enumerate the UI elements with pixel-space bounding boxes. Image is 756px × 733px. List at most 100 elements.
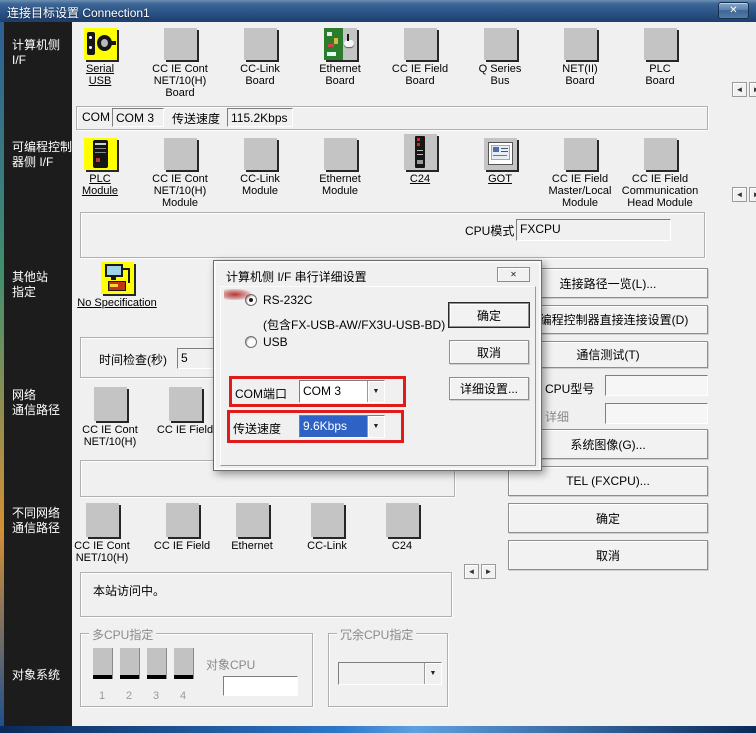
device-serial-usb[interactable]: Serial USB [60, 28, 140, 87]
detail-field [605, 403, 708, 424]
no-specification-icon [101, 262, 134, 294]
device-label: Ethernet [212, 540, 292, 552]
diff-route-c24[interactable]: C24 [362, 503, 442, 552]
ccie-cont-module-icon [164, 138, 197, 170]
dialog-cancel-button[interactable]: 取消 [449, 340, 529, 364]
ethernet-module-icon [324, 138, 357, 170]
pager-right-icon[interactable]: ► [749, 187, 756, 202]
redundant-cpu-title: 冗余CPU指定 [337, 626, 416, 643]
device-label: C24 [380, 173, 460, 185]
device-label: CC IE Field Communication Head Module [620, 173, 700, 209]
device-label: PLC Board [620, 63, 700, 87]
usb-radio[interactable] [245, 336, 257, 348]
dialog-detail-setting-button[interactable]: 详细设置... [449, 377, 529, 400]
sidebar-label-pc-if: 计算机侧 I/F [12, 38, 60, 68]
cpu-slot-4[interactable] [174, 648, 193, 679]
device-ccie-field-head[interactable]: CC IE Field Communication Head Module [620, 138, 700, 209]
dialog-content-panel: RS-232C (包含FX-USB-AW/FX3U-USB-BD) USB CO… [220, 286, 536, 466]
com-port-annotation [229, 376, 406, 407]
device-net2-board[interactable]: NET(II) Board [540, 28, 620, 87]
pager-left-icon[interactable]: ◄ [732, 82, 747, 97]
device-label: CC IE Cont NET/10(H) [70, 424, 150, 448]
device-plc-board[interactable]: PLC Board [620, 28, 700, 87]
device-ccie-cont-module[interactable]: CC IE Cont NET/10(H) Module [140, 138, 220, 209]
net-route-ccie-cont[interactable]: CC IE Cont NET/10(H) [70, 387, 150, 448]
device-label: CC IE Field Master/Local Module [540, 173, 620, 209]
diff-route-ccie-field[interactable]: CC IE Field [142, 503, 222, 552]
cancel-button[interactable]: 取消 [508, 540, 708, 570]
device-ccie-field-master[interactable]: CC IE Field Master/Local Module [540, 138, 620, 209]
window-title: 连接目标设置 Connection1 [7, 4, 150, 21]
cpu-slot-3[interactable] [147, 648, 166, 679]
cpu-slot-1[interactable] [93, 648, 112, 679]
multi-cpu-group: 多CPU指定 1 2 3 4 对象CPU [80, 633, 313, 707]
cpu-mode-display: FXCPU [516, 219, 671, 241]
device-ethernet-module[interactable]: Ethernet Module [300, 138, 380, 197]
pager-right-icon[interactable]: ► [749, 82, 756, 97]
window-close-button[interactable]: ✕ [718, 2, 749, 19]
usb-radio-label: USB [263, 335, 288, 349]
diff-ccie-cont-icon [86, 503, 119, 537]
chevron-down-icon: ▼ [424, 663, 441, 684]
ethernet-board-icon [324, 28, 357, 60]
baud-label: 传送速度 [172, 110, 220, 127]
redundant-cpu-group: 冗余CPU指定 ▼ [328, 633, 448, 707]
ccie-cont-board-icon [164, 28, 197, 60]
diff-ccie-field-icon [166, 503, 199, 537]
diff-route-pager: ◄ ► [464, 564, 496, 579]
slot-number: 2 [126, 690, 132, 702]
diff-route-ccie-cont[interactable]: CC IE Cont NET/10(H) [62, 503, 142, 564]
device-label: CC IE Cont NET/10(H) Board [140, 63, 220, 99]
device-label: CC IE Field Board [380, 63, 460, 87]
pager-left-icon[interactable]: ◄ [732, 187, 747, 202]
device-label: CC-Link Board [220, 63, 300, 87]
com-label: COM [82, 110, 110, 124]
device-c24[interactable]: C24 [380, 134, 460, 185]
plc-if-pager: ◄ ► [732, 187, 756, 202]
title-bar: 连接目标设置 Connection1 ✕ [0, 0, 756, 22]
device-ccie-field-board[interactable]: CC IE Field Board [380, 28, 460, 87]
device-cclink-module[interactable]: CC-Link Module [220, 138, 300, 197]
redundant-cpu-select: ▼ [338, 662, 442, 685]
device-plc-module[interactable]: PLC Module [60, 138, 140, 197]
diff-route-ethernet[interactable]: Ethernet [212, 503, 292, 552]
category-sidebar: 计算机侧 I/F 可编程控制 器侧 I/F 其他站 指定 网络 通信路径 不同网… [4, 22, 72, 726]
device-label: CC IE Cont NET/10(H) Module [140, 173, 220, 209]
net-ccie-cont-icon [94, 387, 127, 421]
device-got[interactable]: GOT [460, 138, 540, 185]
pager-left-icon[interactable]: ◄ [464, 564, 479, 579]
diff-route-cclink[interactable]: CC-Link [287, 503, 367, 552]
rs232c-note: (包含FX-USB-AW/FX3U-USB-BD) [263, 316, 445, 333]
time-check-value[interactable]: 5 [177, 348, 214, 369]
cpu-slot-2[interactable] [120, 648, 139, 679]
multi-cpu-title: 多CPU指定 [89, 626, 156, 643]
dialog-title: 计算机侧 I/F 串行详细设置 [226, 268, 367, 285]
device-ccie-cont-board[interactable]: CC IE Cont NET/10(H) Board [140, 28, 220, 99]
pager-right-icon[interactable]: ► [481, 564, 496, 579]
slot-number: 4 [180, 690, 186, 702]
device-label: Ethernet Module [300, 173, 380, 197]
device-label: CC IE Cont NET/10(H) [62, 540, 142, 564]
detail-label: 详细 [545, 408, 569, 425]
device-cclink-board[interactable]: CC-Link Board [220, 28, 300, 87]
sidebar-label-other-station: 其他站 指定 [12, 270, 48, 300]
cpu-model-label: CPU型号 [545, 380, 594, 397]
c24-icon [404, 134, 437, 170]
device-label: Serial USB [60, 63, 140, 87]
other-station-no-spec[interactable]: No Specification [65, 262, 169, 309]
dialog-ok-button[interactable]: 确定 [449, 303, 529, 327]
device-q-series-bus[interactable]: Q Series Bus [460, 28, 540, 87]
ok-button[interactable]: 确定 [508, 503, 708, 533]
connection-target-window: 连接目标设置 Connection1 ✕ 计算机侧 I/F 可编程控制 器侧 I… [0, 0, 756, 733]
dialog-close-button[interactable]: ✕ [497, 267, 530, 282]
device-label: PLC Module [60, 173, 140, 197]
device-ethernet-board[interactable]: Ethernet Board [300, 28, 380, 87]
target-cpu-field [223, 676, 298, 696]
sidebar-label-network-route: 网络 通信路径 [12, 388, 60, 418]
serial-detail-dialog: 计算机侧 I/F 串行详细设置 ✕ RS-232C (包含FX-USB-AW/F… [213, 260, 542, 471]
device-label: GOT [460, 173, 540, 185]
device-label: CC IE Field [142, 540, 222, 552]
device-label: NET(II) Board [540, 63, 620, 87]
pc-if-pager: ◄ ► [732, 82, 756, 97]
net2-board-icon [564, 28, 597, 60]
